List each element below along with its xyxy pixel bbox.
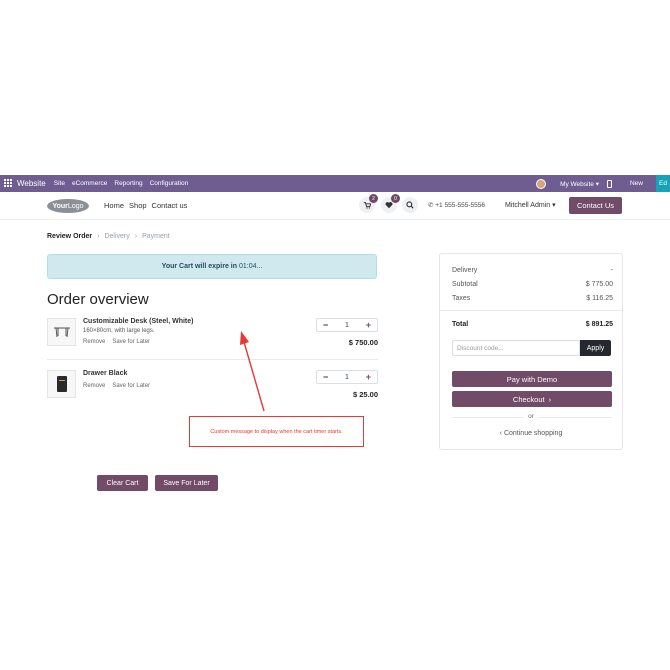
clear-cart-button[interactable]: Clear Cart [97,475,148,491]
chevron-left-icon: ‹ [499,430,502,437]
summary-taxes: Taxes $ 116.25 [452,295,613,302]
order-summary: Delivery - Subtotal $ 775.00 Taxes $ 116.25… [439,253,623,450]
checkout-button[interactable]: Checkout › [452,391,612,407]
summary-delivery: Delivery - [452,267,613,274]
save-for-later-button[interactable]: Save For Later [155,475,218,491]
divider [440,310,622,311]
chevron-right-icon: › [548,394,552,404]
apply-button[interactable]: Apply [580,340,611,356]
pay-with-demo-button[interactable]: Pay with Demo [452,371,612,387]
annotation-note: Custom message to display when the cart … [189,416,364,447]
continue-shopping-link[interactable]: ‹ Continue shopping [440,430,622,437]
summary-total: Total $ 891.25 [452,321,613,328]
summary-subtotal: Subtotal $ 775.00 [452,281,613,288]
or-separator: or [440,413,622,420]
discount-code-input[interactable]: Discount code... [452,340,580,356]
